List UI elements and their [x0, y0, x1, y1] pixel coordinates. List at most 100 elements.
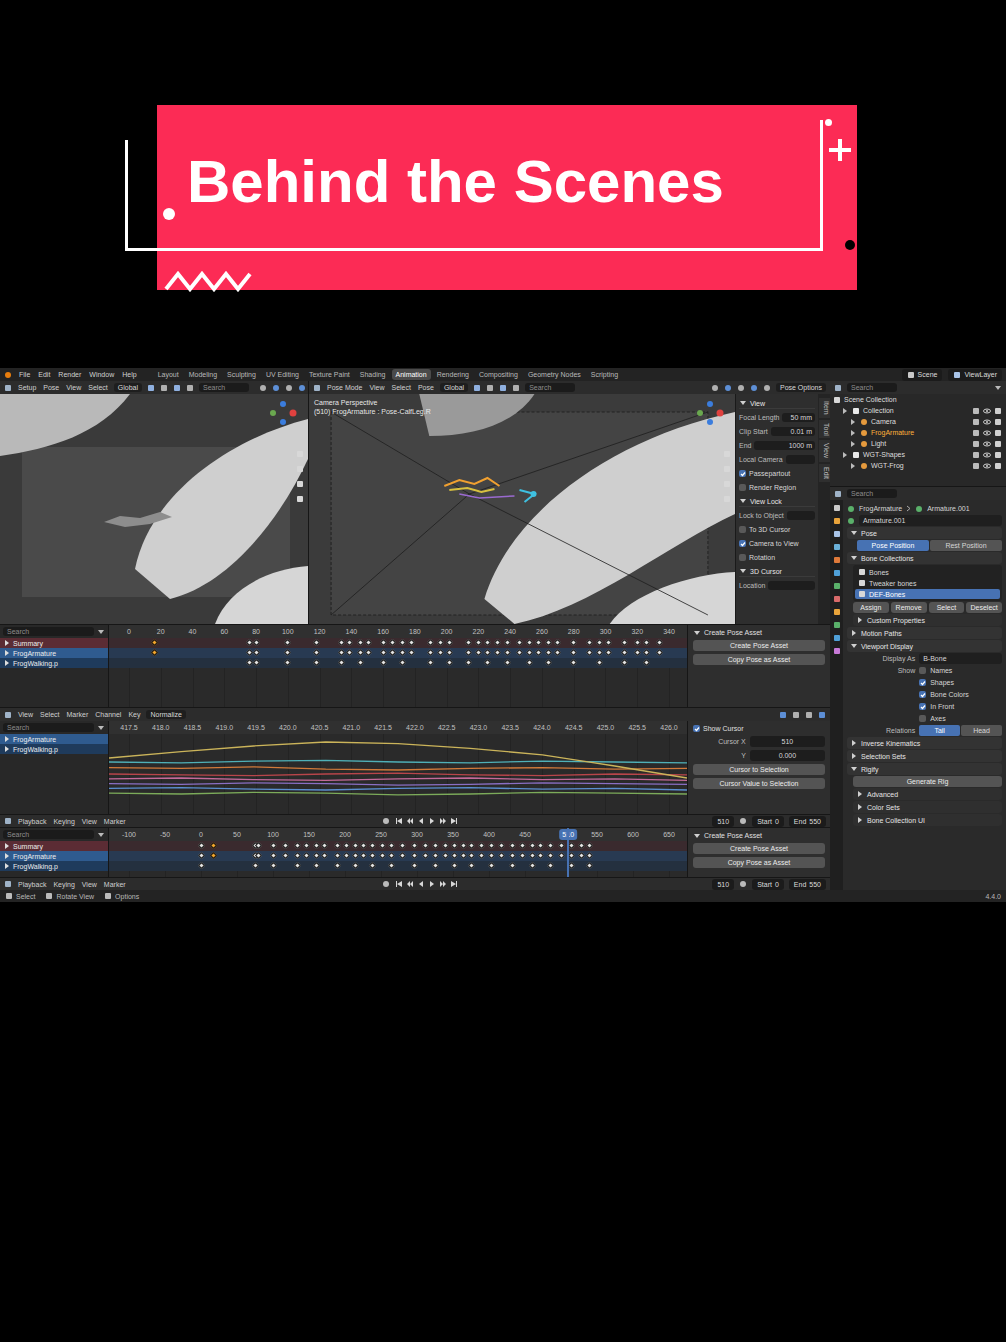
workspace-tab[interactable]: Compositing	[475, 369, 522, 380]
action-button[interactable]: Generate Rig	[853, 776, 1002, 787]
graph-option-icon[interactable]	[818, 711, 826, 719]
f-curve[interactable]	[109, 773, 687, 775]
keyframe[interactable]	[357, 639, 364, 646]
play-reverse-icon[interactable]	[417, 880, 425, 888]
current-frame-field[interactable]: 510	[712, 816, 734, 827]
keyframe[interactable]	[346, 639, 353, 646]
shading-mode-icon[interactable]	[763, 384, 771, 392]
keyframe[interactable]	[503, 649, 510, 656]
keyframe[interactable]	[399, 649, 406, 656]
channel-row[interactable]: FrogArmature	[0, 648, 108, 658]
keyframe-selected[interactable]	[151, 649, 158, 656]
expand-arrow-icon[interactable]	[3, 842, 11, 850]
shading-mode-icon[interactable]	[737, 384, 745, 392]
segment[interactable]: Pose Position	[857, 540, 929, 551]
header-menu[interactable]: Select	[390, 384, 411, 391]
f-curve[interactable]	[109, 783, 687, 785]
keyframe[interactable]	[343, 842, 350, 849]
keyframe[interactable]	[451, 862, 458, 869]
header-menu[interactable]: Keying	[52, 881, 75, 888]
outliner-row[interactable]: Collection	[830, 405, 1006, 416]
snap-tool-icon[interactable]	[473, 384, 481, 392]
keyframe[interactable]	[253, 649, 260, 656]
keyframe[interactable]	[643, 659, 650, 666]
shading-mode-icon[interactable]	[285, 384, 293, 392]
keyframe[interactable]	[484, 659, 491, 666]
panel-arrow-icon[interactable]	[856, 816, 864, 824]
keyframe[interactable]	[547, 842, 554, 849]
keyframe[interactable]	[547, 862, 554, 869]
search-field[interactable]: Search	[525, 383, 575, 392]
editor-type-icon[interactable]	[4, 817, 12, 825]
camera-icon[interactable]	[994, 451, 1002, 459]
keyframe[interactable]	[537, 852, 544, 859]
sidebar-tab[interactable]: View	[819, 440, 830, 461]
next-key-icon[interactable]	[439, 817, 447, 825]
keyframe[interactable]	[294, 862, 301, 869]
keyframe[interactable]	[313, 862, 320, 869]
search-field[interactable]: Search	[3, 830, 94, 839]
keyframe[interactable]	[578, 842, 585, 849]
keyframe[interactable]	[360, 852, 367, 859]
shading-mode-icon[interactable]	[750, 384, 758, 392]
header-menu[interactable]: View	[65, 384, 82, 391]
dope-sheet[interactable]: SearchSummaryFrogArmatureFrogWalking.p02…	[0, 625, 830, 707]
expand-arrow-icon[interactable]	[739, 399, 747, 407]
graph-option-icon[interactable]	[779, 711, 787, 719]
action-button[interactable]: Deselect	[966, 602, 1002, 613]
orientation-dropdown[interactable]: Global	[114, 383, 142, 392]
frame-ruler[interactable]: 417.5418.0418.5419.0419.5420.0420.5421.0…	[109, 721, 687, 734]
viewport-3d[interactable]: Pose ModeViewSelectPoseGlobalSearchPose …	[309, 381, 830, 624]
keyframe[interactable]	[475, 649, 482, 656]
keyframe[interactable]	[634, 639, 641, 646]
keyframe[interactable]	[197, 862, 204, 869]
keyframe[interactable]	[282, 852, 289, 859]
shading-mode-icon[interactable]	[724, 384, 732, 392]
field-value[interactable]	[768, 581, 815, 590]
keyframe[interactable]	[508, 862, 515, 869]
navigation-gizmo-icon[interactable]	[266, 400, 300, 426]
keyframe[interactable]	[503, 639, 510, 646]
keyframe[interactable]	[656, 649, 663, 656]
playhead-line[interactable]	[567, 828, 569, 877]
keyframe[interactable]	[503, 659, 510, 666]
header-menu[interactable]: Channel	[94, 711, 122, 718]
keyframe[interactable]	[399, 842, 406, 849]
keyframe[interactable]	[432, 852, 439, 859]
keyframe[interactable]	[411, 852, 418, 859]
editor-type-icon[interactable]	[834, 384, 842, 392]
panel-arrow-icon[interactable]	[856, 803, 864, 811]
keyframe[interactable]	[369, 862, 376, 869]
keyframe-selected[interactable]	[210, 852, 217, 859]
sidebar-button[interactable]: Cursor Value to Selection	[693, 778, 825, 789]
workspace-tab[interactable]: Animation	[392, 369, 431, 380]
keyframe[interactable]	[578, 852, 585, 859]
keyframe[interactable]	[427, 649, 434, 656]
channel-row[interactable]: Summary	[0, 638, 108, 648]
keyframe[interactable]	[432, 862, 439, 869]
keyframe[interactable]	[554, 639, 561, 646]
keyframe[interactable]	[535, 649, 542, 656]
keyframe[interactable]	[388, 852, 395, 859]
snap-tool-icon[interactable]	[173, 384, 181, 392]
checkbox-icon[interactable]	[972, 462, 980, 470]
expand-arrow-icon[interactable]	[3, 659, 11, 667]
panel-arrow-icon[interactable]	[850, 529, 858, 537]
workspace-tab[interactable]: Rendering	[433, 369, 473, 380]
properties-tab-icon[interactable]	[833, 647, 841, 655]
sidebar-tab[interactable]: Edit	[819, 464, 830, 482]
keyframe[interactable]	[643, 649, 650, 656]
keyframe[interactable]	[365, 639, 372, 646]
keyframe[interactable]	[389, 649, 396, 656]
workspace-tab[interactable]: Texture Paint	[305, 369, 354, 380]
checkbox[interactable]	[739, 470, 746, 477]
properties-editor[interactable]: SearchFrogArmatureArmature.001Armature.0…	[830, 487, 1006, 890]
keyframe[interactable]	[488, 862, 495, 869]
channel-row[interactable]: FrogWalking.p	[0, 658, 108, 668]
dropdown-field[interactable]: B-Bone	[919, 653, 1002, 664]
expand-arrow-icon[interactable]	[3, 649, 11, 657]
sidebar-tab[interactable]: Item	[819, 398, 830, 418]
keyframe[interactable]	[343, 852, 350, 859]
editor-type-icon[interactable]	[4, 384, 12, 392]
outliner-row[interactable]: WGT-Shapes	[830, 449, 1006, 460]
